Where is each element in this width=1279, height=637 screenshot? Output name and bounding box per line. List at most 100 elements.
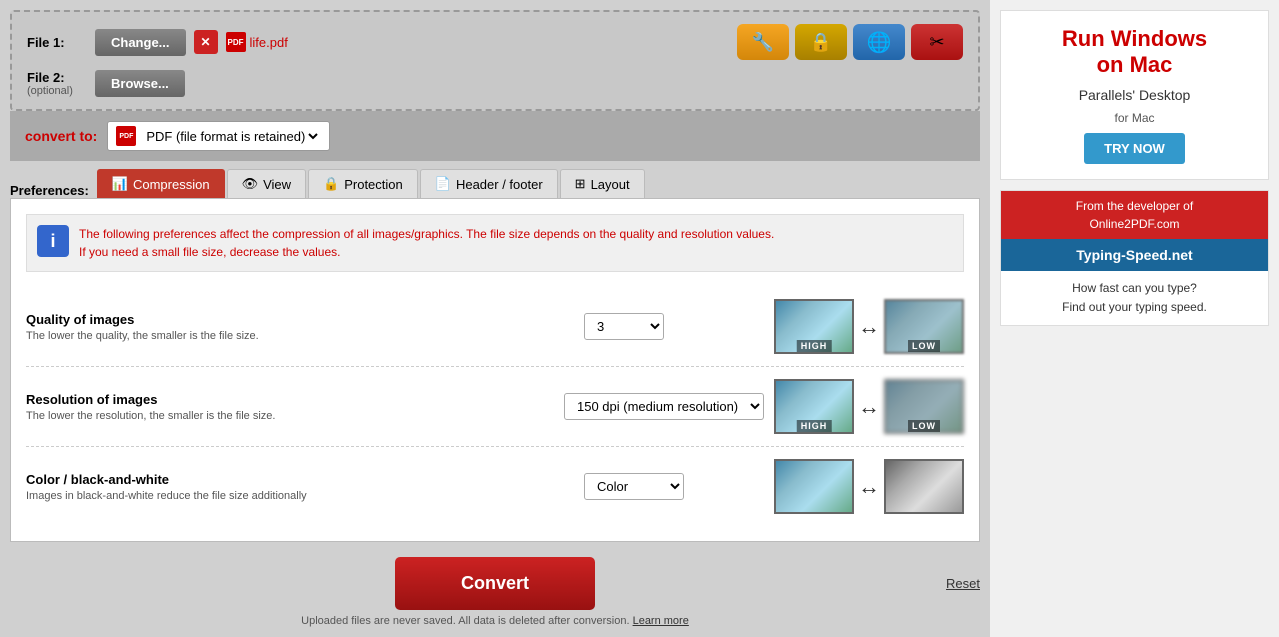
- resolution-low-img: LOW: [884, 379, 964, 434]
- quality-text: Quality of images The lower the quality,…: [26, 312, 574, 342]
- resolution-image: HIGH ↔ LOW: [774, 379, 964, 434]
- color-title: Color / black-and-white: [26, 472, 574, 487]
- resolution-text: Resolution of images The lower the resol…: [26, 392, 554, 422]
- info-line2: If you need a small file size, decrease …: [79, 243, 774, 261]
- quality-image: HIGH ↔ LOW: [774, 299, 964, 354]
- resolution-arrow-icon: ↔: [858, 394, 880, 420]
- quality-low-img: LOW: [884, 299, 964, 354]
- lock-icon: 🔒: [810, 32, 832, 53]
- footer-note-text: Uploaded files are never saved. All data…: [301, 615, 629, 627]
- sidebar: Run Windowson Mac Parallels' Desktop for…: [990, 0, 1279, 637]
- quality-arrow-icon: ↔: [858, 314, 880, 340]
- layout-tab-icon: ⊞: [575, 176, 586, 192]
- color-bw-img: [884, 459, 964, 514]
- scissors-tool-button[interactable]: ✂: [911, 24, 963, 60]
- color-control: Color Black-and-white: [584, 473, 764, 500]
- quality-high-label: HIGH: [797, 340, 832, 352]
- quality-high-img: HIGH: [774, 299, 854, 354]
- resolution-title: Resolution of images: [26, 392, 554, 407]
- tab-protection[interactable]: 🔒 Protection: [308, 169, 418, 198]
- resolution-pref-item: Resolution of images The lower the resol…: [26, 367, 964, 447]
- color-pref-item: Color / black-and-white Images in black-…: [26, 447, 964, 526]
- convert-button[interactable]: Convert: [395, 557, 595, 610]
- delete-button[interactable]: ✕: [194, 30, 218, 54]
- color-text: Color / black-and-white Images in black-…: [26, 472, 574, 502]
- tab-view[interactable]: 👁 View: [227, 169, 306, 198]
- tab-layout[interactable]: ⊞ Layout: [560, 169, 645, 198]
- footer-note: Uploaded files are never saved. All data…: [10, 615, 980, 627]
- from-dev-line1: From the developer of: [1011, 197, 1258, 215]
- pdf-icon: PDF: [226, 32, 246, 52]
- sidebar-ad-sub2: for Mac: [1114, 111, 1154, 125]
- resolution-low-label: LOW: [908, 420, 940, 432]
- lock-tool-button[interactable]: 🔒: [795, 24, 847, 60]
- wrench-tool-button[interactable]: 🔧: [737, 24, 789, 60]
- header-footer-tab-icon: 📄: [435, 176, 451, 192]
- resolution-desc: The lower the resolution, the smaller is…: [26, 410, 554, 422]
- file2-label-wrap: File 2: (optional): [27, 70, 87, 97]
- wrench-icon: 🔧: [752, 32, 774, 53]
- preferences-panel: i The following preferences affect the c…: [10, 198, 980, 542]
- typing-desc-text: Find out your typing speed.: [1009, 298, 1260, 317]
- preferences-header: Preferences: 📊 Compression 👁 View 🔒 Prot…: [10, 169, 980, 198]
- globe-icon: 🌐: [867, 30, 892, 55]
- typing-speed-desc: How fast can you type? Find out your typ…: [1001, 271, 1268, 325]
- layout-tab-label: Layout: [591, 177, 630, 192]
- info-text: The following preferences affect the com…: [79, 225, 774, 261]
- color-arrow-icon: ↔: [858, 474, 880, 500]
- resolution-control: 72 dpi (low resolution) 150 dpi (medium …: [564, 393, 764, 420]
- file-section: File 1: Change... ✕ PDF life.pdf 🔧 🔒 🌐: [10, 10, 980, 111]
- file1-name: life.pdf: [250, 35, 288, 50]
- quality-select[interactable]: 1234 5678 910: [584, 313, 664, 340]
- reset-button[interactable]: Reset: [946, 576, 980, 591]
- preferences-label: Preferences:: [10, 183, 89, 198]
- learn-more-link[interactable]: Learn more: [633, 615, 689, 627]
- browse-button[interactable]: Browse...: [95, 70, 185, 97]
- convert-to-label: convert to:: [25, 128, 97, 144]
- file2-optional: (optional): [27, 85, 87, 97]
- sidebar-from-dev: From the developer of Online2PDF.com: [1001, 191, 1268, 239]
- sidebar-ad-main: Run Windowson Mac Parallels' Desktop for…: [1000, 10, 1269, 180]
- convert-pdf-icon: PDF: [116, 126, 136, 146]
- sidebar-ad-subtitle: Parallels' Desktop: [1079, 87, 1191, 103]
- file2-row: File 2: (optional) Browse...: [27, 70, 963, 97]
- format-select[interactable]: PDF (file format is retained) JPG PNG Wo…: [142, 128, 321, 145]
- tabs-container: 📊 Compression 👁 View 🔒 Protection 📄 Head…: [97, 169, 645, 198]
- color-bw-preview: [884, 459, 964, 514]
- protection-tab-icon: 🔒: [323, 176, 339, 192]
- quality-desc: The lower the quality, the smaller is th…: [26, 330, 574, 342]
- info-line1: The following preferences affect the com…: [79, 225, 774, 243]
- color-desc: Images in black-and-white reduce the fil…: [26, 490, 574, 502]
- convert-to-row: convert to: PDF PDF (file format is reta…: [10, 111, 980, 161]
- file-tools: 🔧 🔒 🌐 ✂: [737, 24, 963, 60]
- quality-low-label: LOW: [908, 340, 940, 352]
- color-color-preview: [774, 459, 854, 514]
- compression-tab-icon: 📊: [112, 176, 128, 192]
- file2-label: File 2:: [27, 70, 87, 85]
- file1-label: File 1:: [27, 35, 87, 50]
- sidebar-ad-title: Run Windowson Mac: [1062, 26, 1207, 79]
- convert-btn-row: Convert Reset: [10, 557, 980, 610]
- info-box: i The following preferences affect the c…: [26, 214, 964, 272]
- change-button[interactable]: Change...: [95, 29, 186, 56]
- convert-to-select[interactable]: PDF PDF (file format is retained) JPG PN…: [107, 121, 330, 151]
- view-tab-label: View: [263, 177, 291, 192]
- color-color-img: [774, 459, 854, 514]
- typing-speed-title[interactable]: Typing-Speed.net: [1001, 239, 1268, 271]
- compression-tab-label: Compression: [133, 177, 210, 192]
- tab-header-footer[interactable]: 📄 Header / footer: [420, 169, 558, 198]
- delete-icon: ✕: [200, 35, 210, 49]
- from-dev-line2: Online2PDF.com: [1011, 215, 1258, 233]
- globe-tool-button[interactable]: 🌐: [853, 24, 905, 60]
- quality-control: 1234 5678 910: [584, 313, 764, 340]
- resolution-high-label: HIGH: [797, 420, 832, 432]
- protection-tab-label: Protection: [344, 177, 403, 192]
- color-select[interactable]: Color Black-and-white: [584, 473, 684, 500]
- quality-title: Quality of images: [26, 312, 574, 327]
- tab-compression[interactable]: 📊 Compression: [97, 169, 225, 198]
- resolution-high-img: HIGH: [774, 379, 854, 434]
- file1-row: File 1: Change... ✕ PDF life.pdf 🔧 🔒 🌐: [27, 24, 963, 60]
- resolution-select[interactable]: 72 dpi (low resolution) 150 dpi (medium …: [564, 393, 764, 420]
- try-now-button[interactable]: TRY NOW: [1084, 133, 1185, 164]
- sidebar-ad-bottom: From the developer of Online2PDF.com Typ…: [1000, 190, 1269, 326]
